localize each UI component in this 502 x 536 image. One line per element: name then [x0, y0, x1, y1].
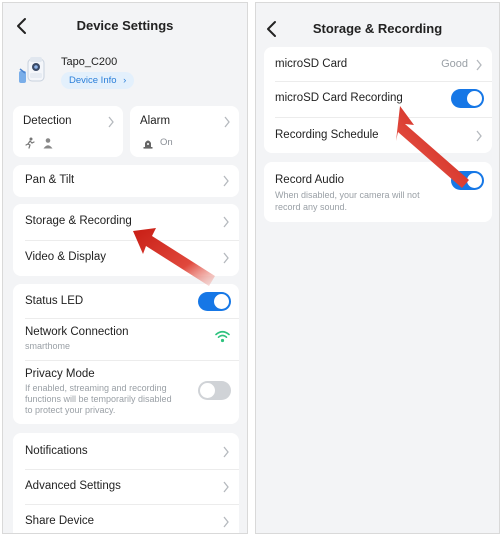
device-settings-screen: Device Settings Tapo_C200 Device Info › … [2, 2, 248, 534]
network-connection-row[interactable]: Network Connection smarthome [13, 318, 239, 360]
pan-tilt-row[interactable]: Pan & Tilt [13, 165, 239, 197]
record-audio-description-line-2: record any sound. [275, 202, 348, 212]
alarm-status: On [160, 137, 173, 148]
storage-recording-screen: Storage & Recording microSD Card Good mi… [255, 2, 500, 534]
storage-recording-row[interactable]: Storage & Recording [13, 204, 239, 240]
share-device-row[interactable]: Share Device [13, 504, 239, 533]
microsd-card-row[interactable]: microSD Card Good [264, 47, 492, 81]
microsd-card-status: Good [441, 58, 468, 70]
toggle-knob [467, 173, 482, 188]
page-title: Device Settings [76, 18, 174, 33]
chevron-right-icon [223, 116, 231, 128]
page-title: Storage & Recording [312, 21, 443, 36]
status-led-label: Status LED [25, 295, 84, 307]
microsd-settings-card: microSD Card Good microSD Card Recording… [264, 47, 492, 153]
person-icon [42, 136, 54, 149]
record-audio-description-line-1: When disabled, your camera will not [275, 190, 420, 200]
notifications-row[interactable]: Notifications [13, 433, 239, 469]
privacy-description-line-3: to protect your privacy. [25, 405, 116, 415]
chevron-right-icon [475, 130, 483, 142]
recording-schedule-label: Recording Schedule [275, 129, 379, 141]
device-name: Tapo_C200 [61, 56, 118, 68]
toggle-knob [467, 91, 482, 106]
microsd-recording-label: microSD Card Recording [275, 92, 403, 104]
chevron-right-icon [222, 252, 230, 264]
record-audio-toggle[interactable] [451, 171, 484, 190]
chevron-right-icon [222, 481, 230, 493]
wifi-icon [215, 330, 230, 343]
pan-tilt-label: Pan & Tilt [25, 174, 75, 186]
network-connection-label: Network Connection [25, 326, 129, 338]
notifications-label: Notifications [25, 445, 88, 457]
motion-icon [24, 136, 36, 149]
device-options-card: Status LED Network Connection smarthome … [13, 284, 239, 424]
chevron-right-icon [222, 446, 230, 458]
record-audio-card: Record Audio When disabled, your camera … [264, 162, 492, 222]
media-settings-card: Storage & Recording Video & Display [13, 204, 239, 276]
chevron-right-icon [222, 516, 230, 528]
privacy-description-line-1: If enabled, streaming and recording [25, 383, 167, 393]
status-led-row: Status LED [13, 284, 239, 318]
chevron-right-icon [107, 116, 115, 128]
toggle-knob [200, 383, 215, 398]
microsd-recording-toggle[interactable] [451, 89, 484, 108]
chevron-right-icon [475, 59, 483, 71]
microsd-card-label: microSD Card [275, 58, 348, 70]
toggle-knob [214, 294, 229, 309]
privacy-mode-label: Privacy Mode [25, 368, 95, 380]
chevron-right-icon [222, 216, 230, 228]
siren-icon [142, 136, 154, 149]
share-device-label: Share Device [25, 515, 95, 527]
microsd-recording-row: microSD Card Recording [264, 81, 492, 117]
device-info-button[interactable]: Device Info › [61, 72, 135, 89]
advanced-settings-label: Advanced Settings [25, 480, 121, 492]
camera-icon [15, 53, 49, 87]
recording-schedule-row[interactable]: Recording Schedule [264, 117, 492, 153]
video-display-label: Video & Display [25, 251, 106, 263]
advanced-settings-row[interactable]: Advanced Settings [13, 469, 239, 504]
storage-recording-label: Storage & Recording [25, 215, 132, 227]
status-led-toggle[interactable] [198, 292, 231, 311]
network-ssid: smarthome [25, 341, 71, 351]
record-audio-label: Record Audio [275, 174, 345, 186]
chevron-right-icon: › [123, 75, 127, 86]
alarm-card[interactable]: Alarm On [130, 106, 239, 157]
privacy-mode-row: Privacy Mode If enabled, streaming and r… [13, 360, 239, 424]
chevron-right-icon [222, 175, 230, 187]
video-display-row[interactable]: Video & Display [13, 240, 239, 276]
more-settings-card: Notifications Advanced Settings Share De… [13, 433, 239, 533]
detection-label: Detection [23, 115, 72, 127]
alarm-label: Alarm [140, 115, 171, 127]
device-info-label: Device Info [69, 75, 117, 86]
privacy-mode-toggle[interactable] [198, 381, 231, 400]
detection-card[interactable]: Detection [13, 106, 123, 157]
privacy-description-line-2: functions will be temporarily disabled [25, 394, 172, 404]
